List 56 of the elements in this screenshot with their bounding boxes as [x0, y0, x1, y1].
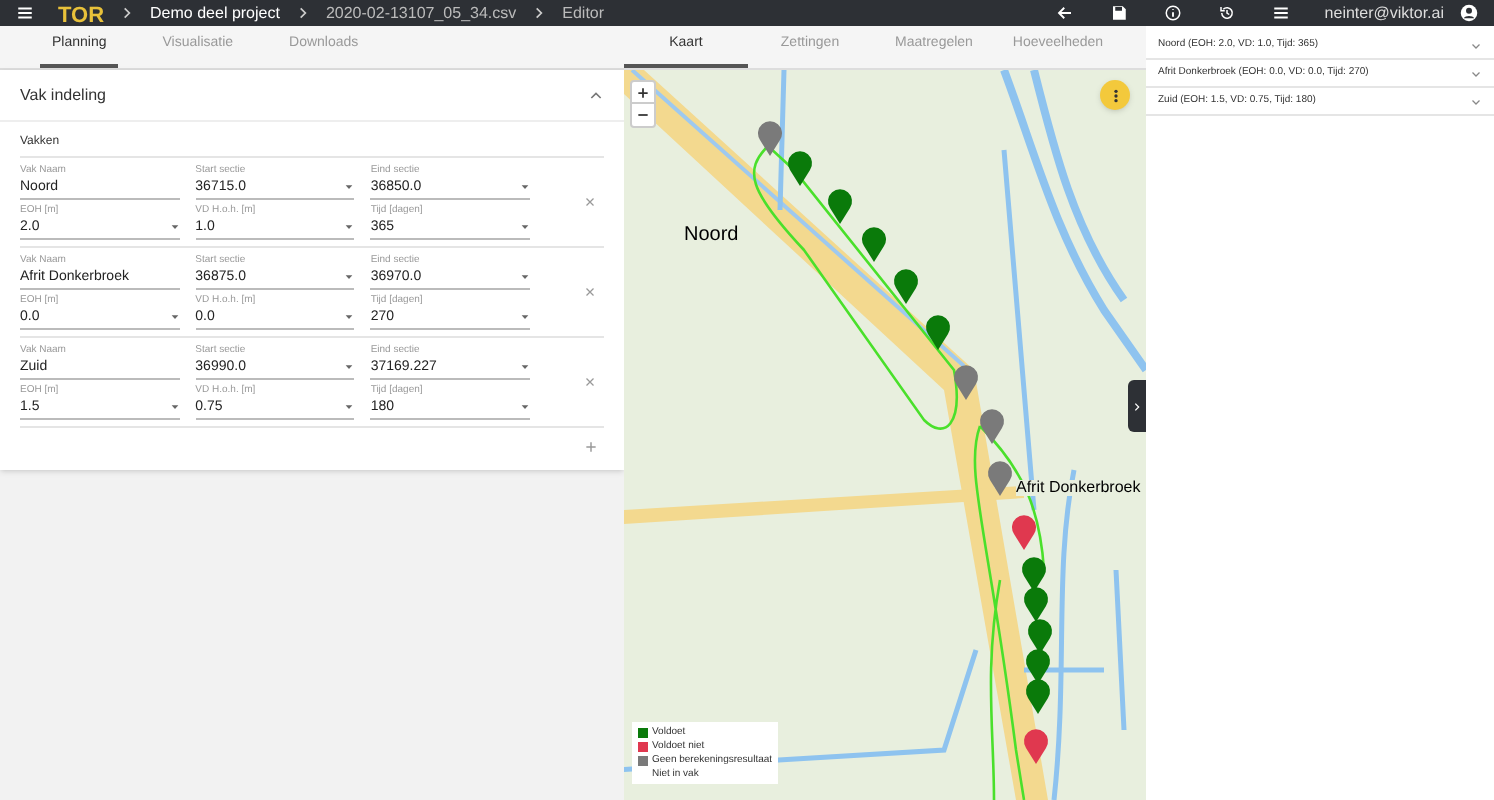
map-pin[interactable]	[1012, 515, 1036, 550]
caret-down-icon	[169, 312, 180, 322]
close-icon[interactable]	[584, 286, 596, 298]
caret-down-icon	[344, 222, 355, 232]
menu-icon[interactable]	[16, 4, 34, 22]
map-pin[interactable]	[954, 365, 978, 400]
caret-down-icon	[169, 402, 180, 412]
zoom-out-icon[interactable]	[636, 108, 650, 122]
caret-down-icon	[519, 272, 530, 282]
map-pin[interactable]	[1024, 729, 1048, 764]
back-arrow-icon[interactable]	[1056, 4, 1075, 22]
map-pin[interactable]	[828, 189, 852, 224]
chevron-right-icon	[532, 6, 547, 20]
account-icon[interactable]	[1460, 4, 1478, 22]
caret-down-icon	[519, 362, 530, 372]
zoom-in-icon[interactable]	[636, 85, 650, 99]
map-pin[interactable]	[1026, 649, 1050, 684]
breadcrumb[interactable]: Editor	[562, 1, 605, 25]
map-pin[interactable]	[894, 269, 918, 304]
caret-down-icon	[344, 312, 355, 322]
map-pin[interactable]	[758, 121, 782, 156]
caret-down-icon	[169, 222, 180, 232]
map-pin[interactable]	[1026, 679, 1050, 714]
map-pin[interactable]	[862, 227, 886, 262]
map-pin[interactable]	[1022, 557, 1046, 592]
section-title: Vak indeling	[20, 83, 106, 107]
close-icon[interactable]	[584, 376, 596, 388]
chevron-right-icon[interactable]	[1132, 401, 1142, 411]
info-icon[interactable]	[1164, 4, 1183, 22]
map-pin[interactable]	[788, 151, 812, 186]
caret-down-icon	[519, 312, 530, 322]
close-icon[interactable]	[584, 196, 596, 208]
caret-down-icon	[344, 402, 355, 412]
breadcrumb[interactable]: 2020-02-13107_05_34.csv	[325, 1, 517, 25]
chevron-right-icon	[295, 6, 310, 20]
map-label: Noord	[684, 226, 739, 246]
caret-down-icon	[344, 182, 355, 192]
caret-down-icon	[519, 222, 530, 232]
caret-down-icon	[519, 402, 530, 412]
chevron-right-icon	[120, 6, 135, 20]
save-icon[interactable]	[1110, 4, 1129, 22]
chevron-up-icon[interactable]	[588, 87, 604, 103]
map-pin[interactable]	[1028, 619, 1052, 654]
user-email[interactable]: neinter@viktor.ai	[1324, 1, 1444, 25]
list-icon[interactable]	[1272, 4, 1291, 22]
map-pin[interactable]	[980, 409, 1004, 444]
history-icon[interactable]	[1218, 4, 1237, 22]
breadcrumb[interactable]: Demo deel project	[150, 1, 280, 25]
caret-down-icon	[519, 182, 530, 192]
map-pin[interactable]	[1024, 587, 1048, 622]
map-label: Afrit Donkerbroek	[1016, 480, 1141, 496]
caret-down-icon	[344, 272, 355, 282]
caret-down-icon	[344, 362, 355, 372]
map-pin[interactable]	[988, 461, 1012, 496]
logo: TOR	[58, 6, 105, 26]
map-pin[interactable]	[926, 315, 950, 350]
